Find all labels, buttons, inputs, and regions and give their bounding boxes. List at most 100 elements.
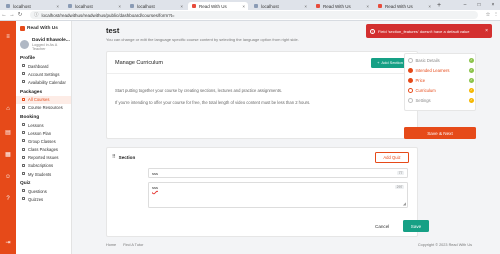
sidebar-item-group-classes[interactable]: Group Classes bbox=[16, 137, 71, 145]
sidebar-item-account-settings[interactable]: Account Settings bbox=[16, 70, 71, 78]
resize-handle-icon[interactable]: ◢ bbox=[403, 202, 406, 206]
step-label: Intended Learners bbox=[415, 68, 450, 73]
browser-tab[interactable]: localhost × bbox=[250, 2, 310, 10]
close-icon[interactable]: × bbox=[304, 4, 307, 9]
flag-icon bbox=[22, 155, 25, 159]
globe-icon bbox=[6, 4, 10, 8]
footer-link-find-tutor[interactable]: Find A Tutor bbox=[123, 243, 143, 247]
add-quiz-button[interactable]: Add Quiz bbox=[375, 152, 409, 163]
minimize-icon[interactable]: – bbox=[458, 0, 472, 10]
sidebar-item-label: Reported Issues bbox=[28, 155, 59, 161]
sidebar-item-class-packages[interactable]: Class Packages bbox=[16, 146, 71, 154]
sidebar-item-quizzes[interactable]: Quizzes bbox=[16, 195, 71, 203]
url-text: localhost/readwithus/readwithus/public/d… bbox=[41, 12, 175, 18]
page-title: test bbox=[106, 26, 120, 35]
home-icon[interactable]: ⌂ bbox=[4, 105, 12, 113]
sidebar-item-reported-issues[interactable]: Reported Issues bbox=[16, 154, 71, 162]
check-icon: ✓ bbox=[469, 78, 474, 83]
forward-icon[interactable]: → bbox=[8, 12, 16, 18]
site-info-icon[interactable]: ⓘ bbox=[34, 12, 39, 18]
tab-title: Read With Us bbox=[199, 3, 227, 9]
sidebar: Read With Us David Ehawole... Logged in … bbox=[16, 21, 72, 254]
footer-link-home[interactable]: Home bbox=[106, 243, 116, 247]
step-label: Price bbox=[415, 78, 426, 83]
sidebar-item-lessons[interactable]: Lessons bbox=[16, 121, 71, 129]
sidebar-item-label: Course Resources bbox=[28, 105, 63, 111]
browser-toolbar: ← → ↻ ⓘ localhost/readwithus/readwithus/… bbox=[0, 10, 500, 21]
tab-title: localhost bbox=[13, 3, 31, 9]
sidebar-item-label: Subscriptions bbox=[28, 163, 54, 169]
browser-tab-bar: localhost × localhost × localhost × Read Wi… bbox=[0, 0, 500, 10]
step-settings[interactable]: Settings ✓ bbox=[408, 98, 474, 103]
window-controls: – □ × bbox=[458, 0, 500, 10]
sidebar-item-questions[interactable]: Questions bbox=[16, 187, 71, 195]
sidebar-item-dashboard[interactable]: Dashboard bbox=[16, 62, 71, 70]
step-dot-icon bbox=[408, 58, 413, 63]
back-icon[interactable]: ← bbox=[0, 12, 8, 18]
step-label: Curriculum bbox=[415, 88, 436, 93]
section-description-input[interactable]: sss 297 ◢ bbox=[148, 182, 408, 208]
user-profile[interactable]: David Ehawole... Logged in As A Teacher bbox=[16, 35, 71, 53]
browser-tab-active[interactable]: Read With Us × bbox=[188, 2, 248, 10]
close-window-icon[interactable]: × bbox=[486, 0, 500, 10]
sidebar-item-all-courses[interactable]: All Courses bbox=[16, 95, 71, 104]
browser-tab[interactable]: localhost × bbox=[64, 2, 124, 10]
step-curriculum[interactable]: Curriculum ✓ bbox=[408, 88, 474, 93]
close-icon[interactable]: × bbox=[366, 4, 369, 9]
bookmark-star-icon[interactable]: ☆ bbox=[484, 12, 492, 18]
sidebar-item-my-students[interactable]: My Students bbox=[16, 170, 71, 178]
browser-tab[interactable]: localhost × bbox=[2, 2, 62, 10]
check-icon: ✓ bbox=[469, 68, 474, 73]
tab-title: localhost bbox=[137, 3, 155, 9]
sidebar-section-title: Profile bbox=[20, 56, 35, 61]
sidebar-item-label: Availability Calendar bbox=[28, 79, 66, 85]
globe-icon bbox=[130, 4, 134, 8]
char-counter: 297 bbox=[395, 185, 404, 189]
page-subtitle: You can change or edit the language spec… bbox=[106, 37, 299, 42]
plus-icon: + bbox=[377, 60, 380, 65]
hamburger-menu-icon[interactable]: ≡ bbox=[4, 33, 12, 41]
book-icon[interactable]: ▤ bbox=[4, 129, 12, 137]
step-intended-learners[interactable]: Intended Learners ✓ bbox=[408, 68, 474, 73]
close-icon[interactable]: × bbox=[485, 28, 488, 34]
step-dot-icon bbox=[408, 68, 413, 73]
save-and-next-button[interactable]: Save & Next bbox=[404, 127, 476, 139]
users-icon[interactable]: ☺ bbox=[4, 173, 12, 181]
reload-icon[interactable]: ↻ bbox=[16, 12, 24, 18]
close-icon[interactable]: × bbox=[118, 4, 121, 9]
sidebar-item-label: Dashboard bbox=[28, 63, 49, 69]
address-bar[interactable]: ⓘ localhost/readwithus/readwithus/public… bbox=[30, 11, 478, 19]
sidebar-item-availability-calendar[interactable]: Availability Calendar bbox=[16, 78, 71, 86]
step-price[interactable]: Price ✓ bbox=[408, 78, 474, 83]
save-button[interactable]: Save bbox=[403, 220, 429, 232]
globe-icon bbox=[68, 4, 72, 8]
browser-tab[interactable]: Read With Us × bbox=[312, 2, 372, 10]
sidebar-item-subscriptions[interactable]: Subscriptions bbox=[16, 162, 71, 170]
group-icon bbox=[22, 139, 25, 143]
cancel-button[interactable]: Cancel bbox=[375, 224, 389, 229]
step-basic-details[interactable]: Basic Details ✓ bbox=[408, 58, 474, 63]
close-icon[interactable]: × bbox=[428, 4, 431, 9]
close-icon[interactable]: × bbox=[56, 4, 59, 9]
drag-handle-icon[interactable]: ⠿ bbox=[112, 154, 116, 160]
check-icon: ✓ bbox=[469, 58, 474, 63]
browser-menu-icon[interactable]: ⋮ bbox=[492, 12, 500, 18]
close-icon[interactable]: × bbox=[242, 4, 245, 9]
calendar-icon[interactable]: ▦ bbox=[4, 151, 12, 159]
lessons-icon bbox=[22, 122, 25, 126]
browser-tab[interactable]: localhost × bbox=[126, 2, 186, 10]
tab-title: Read With Us bbox=[385, 3, 413, 9]
quiz-icon[interactable]: ? bbox=[4, 195, 12, 203]
sidebar-item-label: My Students bbox=[28, 171, 52, 177]
browser-tab[interactable]: Read With Us × bbox=[374, 2, 434, 10]
new-tab-button[interactable]: + bbox=[437, 2, 441, 10]
close-icon[interactable]: × bbox=[180, 4, 183, 9]
copyright-text: Copyright © 2023 Read With Us bbox=[417, 243, 472, 247]
section-title-input[interactable]: sss 77 bbox=[148, 168, 408, 178]
logo-mark-icon bbox=[20, 25, 25, 31]
sidebar-item-course-resources[interactable]: Course Resources bbox=[16, 104, 71, 112]
logout-icon[interactable]: ⇥ bbox=[4, 239, 12, 247]
site-logo[interactable]: Read With Us bbox=[16, 21, 71, 35]
maximize-icon[interactable]: □ bbox=[472, 0, 486, 10]
sidebar-item-lesson-plan[interactable]: Lesson Plan bbox=[16, 129, 71, 137]
